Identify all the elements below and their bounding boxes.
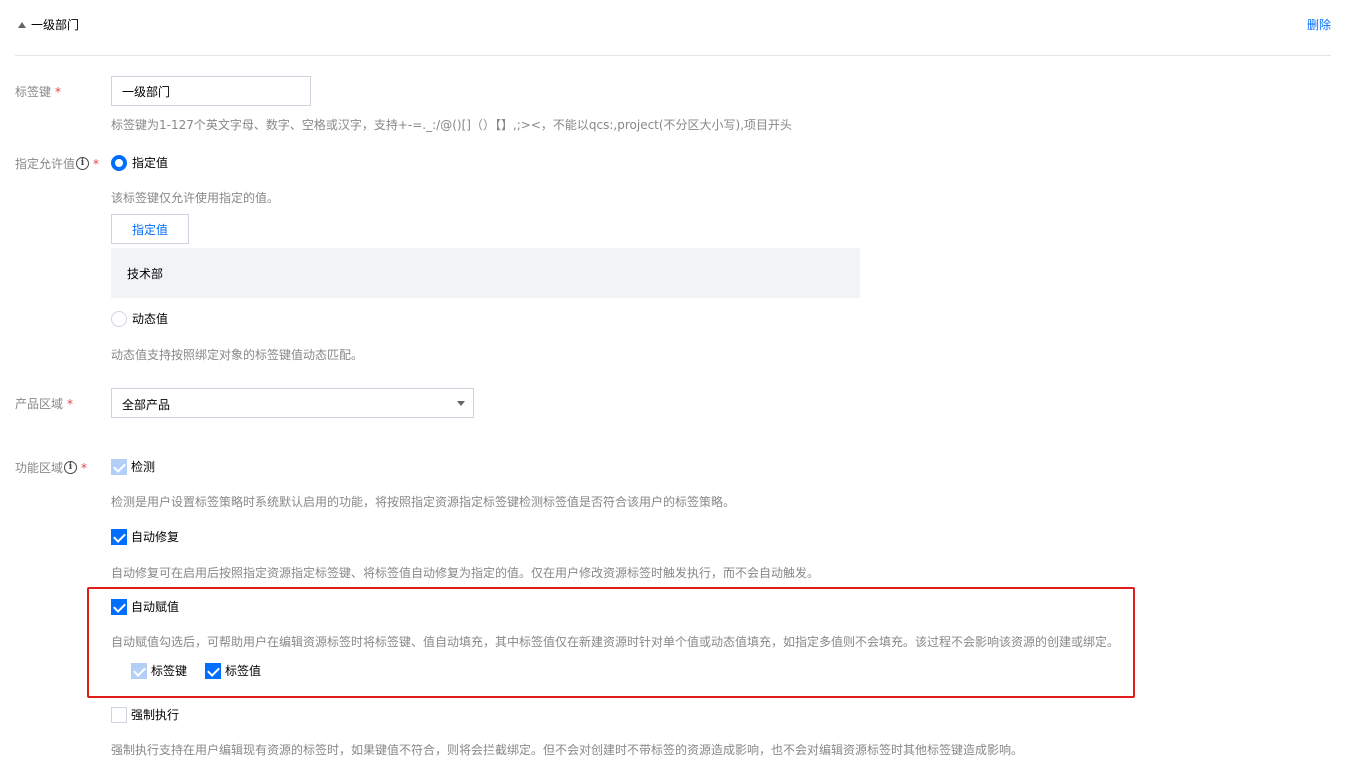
checkbox-detect[interactable]: 检测 [111,458,155,475]
tag-key-help: 标签键为1-127个英文字母、数字、空格或汉字，支持+-=._:/@()[]（）… [111,118,793,132]
required-mark: * [55,84,62,99]
radio-specified-label: 指定值 [132,156,169,170]
product-scope-select[interactable]: 全部产品 [111,388,474,418]
radio-dynamic-value[interactable]: 动态值 [111,310,168,327]
chevron-down-icon [457,401,465,406]
divider [15,55,1331,56]
section-toggle[interactable]: 一级部门 [18,16,79,33]
required-mark: * [93,156,100,171]
section-title: 一级部门 [31,18,80,32]
checkbox-detect-label: 检测 [131,460,156,474]
specify-values-button[interactable]: 指定值 [111,214,189,244]
list-item: 技术部 [127,267,164,281]
checkbox-value-label: 标签值 [225,664,262,678]
allowed-values-label-text: 指定允许值 [15,157,76,171]
tag-key-label: 标签键 * [15,83,61,100]
checkbox-auto-assign-value[interactable]: 标签值 [205,662,261,679]
checkbox-checked-icon [131,662,147,679]
radio-dynamic-label: 动态值 [132,312,169,326]
checkbox-key-label: 标签键 [151,664,188,678]
info-icon[interactable]: i [76,157,90,170]
checkbox-auto-repair-label: 自动修复 [131,530,180,544]
dynamic-value-help: 动态值支持按照绑定对象的标签键值动态匹配。 [111,348,364,362]
tag-key-label-text: 标签键 [15,85,52,99]
checkbox-enforce[interactable]: 强制执行 [111,706,179,723]
info-icon[interactable]: i [64,461,78,474]
feature-scope-label-text: 功能区域 [15,461,64,475]
radio-specified-value[interactable]: 指定值 [111,154,168,171]
checkbox-checked-icon [111,598,127,615]
allowed-values-label: 指定允许值 i * [15,155,99,172]
checkbox-checked-icon [111,528,127,545]
radio-checked-icon [111,154,127,171]
required-mark: * [81,460,88,475]
checkbox-unchecked-icon [111,706,127,723]
tag-key-input[interactable] [111,76,311,106]
detect-help: 检测是用户设置标签策略时系统默认启用的功能，将按照指定资源指定标签键检测标签值是… [111,495,736,509]
radio-unchecked-icon [111,310,127,327]
auto-repair-help: 自动修复可在启用后按照指定资源指定标签键、将标签值自动修复为指定的值。仅在用户修… [111,566,820,580]
checkbox-checked-icon [205,662,221,679]
auto-assign-help: 自动赋值勾选后，可帮助用户在编辑资源标签时将标签键、值自动填充，其中标签值仅在新… [111,635,1120,649]
specified-value-help: 该标签键仅允许使用指定的值。 [111,191,280,205]
checkbox-auto-repair[interactable]: 自动修复 [111,528,179,545]
delete-button[interactable]: 删除 [1307,16,1331,33]
required-mark: * [67,396,74,411]
caret-up-icon [18,21,26,28]
enforce-help: 强制执行支持在用户编辑现有资源的标签时，如果键值不符合，则将会拦截绑定。但不会对… [111,743,1024,757]
checkbox-auto-assign-label: 自动赋值 [131,600,180,614]
product-scope-label-text: 产品区域 [15,397,64,411]
specified-values-list: 技术部 [111,248,860,298]
checkbox-checked-icon [111,458,127,475]
checkbox-auto-assign-key[interactable]: 标签键 [131,662,187,679]
product-scope-selected: 全部产品 [122,398,171,412]
product-scope-label: 产品区域 * [15,395,73,412]
feature-scope-label: 功能区域 i * [15,459,87,476]
checkbox-auto-assign[interactable]: 自动赋值 [111,598,179,615]
checkbox-enforce-label: 强制执行 [131,708,180,722]
